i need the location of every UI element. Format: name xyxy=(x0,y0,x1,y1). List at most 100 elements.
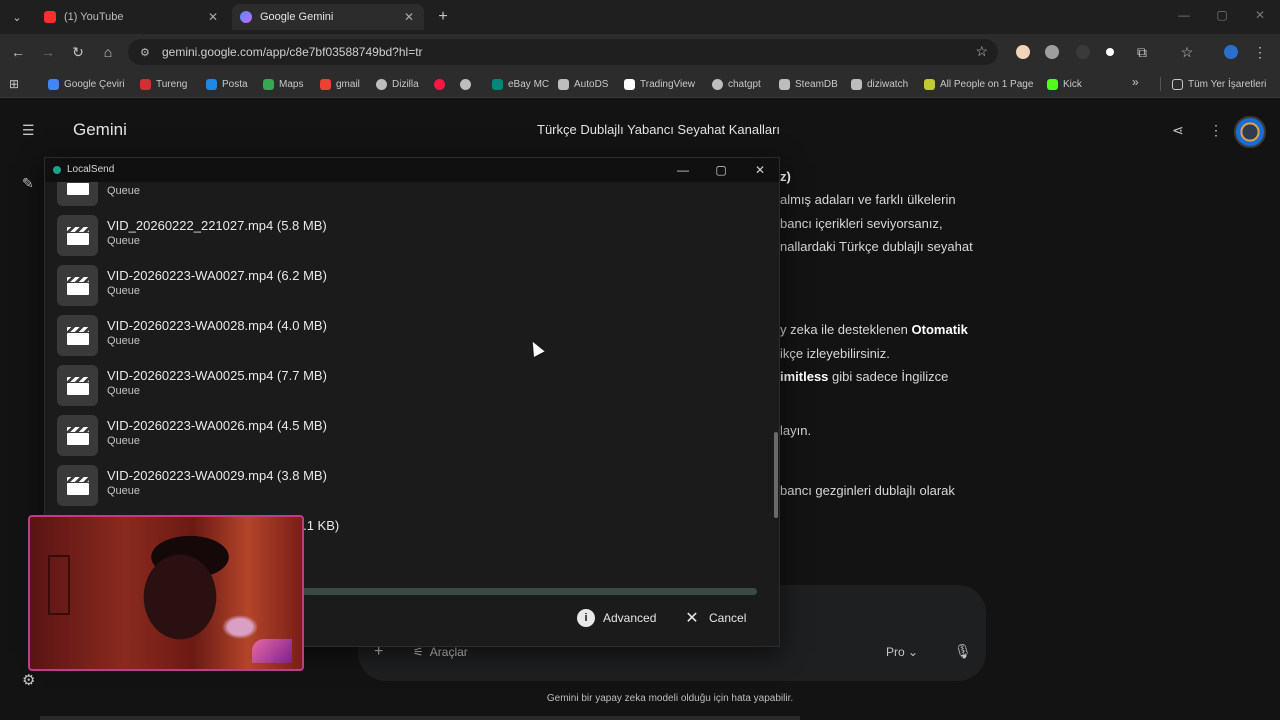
menu-kebab-icon[interactable]: ⋮ xyxy=(1250,42,1270,62)
share-icon[interactable]: ⋖ xyxy=(1172,122,1184,139)
close-tab-icon[interactable]: ✕ xyxy=(206,10,220,24)
bookmark-label: gmail xyxy=(336,78,360,90)
bookmark-favicon xyxy=(320,78,331,90)
forward-icon[interactable]: → xyxy=(38,42,58,62)
bookmark-favicon xyxy=(140,78,151,90)
extension-icon[interactable] xyxy=(1106,48,1114,56)
bookmark-favicon xyxy=(48,78,59,90)
bookmark-item[interactable]: Tureng xyxy=(140,76,187,92)
extension-icon[interactable] xyxy=(1076,45,1090,59)
home-icon[interactable]: ⌂ xyxy=(98,42,118,62)
close-tab-icon[interactable]: ✕ xyxy=(402,10,416,24)
bookmark-label: All People on 1 Page xyxy=(940,78,1034,90)
browser-toolbar: ← → ↻ ⌂ ⚙ gemini.google.com/app/c8e7bf03… xyxy=(0,34,1280,70)
new-tab-button[interactable]: + xyxy=(434,7,452,27)
bookmark-label: Tureng xyxy=(156,78,188,90)
bookmarks-icon[interactable]: ☆ xyxy=(1177,42,1197,62)
response-line: layın. xyxy=(780,423,812,438)
bookmark-item[interactable]: eBay MC xyxy=(492,76,549,92)
close-icon[interactable]: ✕ xyxy=(751,161,769,179)
cancel-button[interactable]: ✕ Cancel xyxy=(683,604,746,632)
response-line: y zeka ile desteklenen Otomatik xyxy=(780,322,968,337)
bookmark-item[interactable]: Dizilla xyxy=(376,76,419,92)
file-status: Queue xyxy=(107,235,141,247)
file-name: VID-20260223-WA0027.mp4 (6.2 MB) xyxy=(107,268,327,283)
bookmark-item[interactable]: Maps xyxy=(263,76,303,92)
address-bar[interactable]: ⚙ gemini.google.com/app/c8e7bf03588749bd… xyxy=(128,39,998,65)
file-queue-list[interactable]: Queue VID_20260222_221027.mp4 (5.8 MB) Q… xyxy=(45,182,779,554)
scrollbar-thumb[interactable] xyxy=(774,432,778,518)
cancel-label: Cancel xyxy=(709,611,747,625)
bookmark-favicon xyxy=(1047,78,1058,90)
bookmark-item[interactable] xyxy=(460,76,476,92)
list-item: VID-20260223-WA0029.mp4 (3.8 MB) Queue xyxy=(57,464,697,506)
disclaimer: Gemini bir yapay zeka modeli olduğu için… xyxy=(546,693,794,704)
more-options-icon[interactable]: ⋮ xyxy=(1209,122,1223,139)
maximize-icon[interactable]: ▢ xyxy=(1212,8,1232,22)
bookmark-item[interactable]: SteamDB xyxy=(779,76,838,92)
minimize-icon[interactable]: — xyxy=(674,161,692,179)
list-item: VID-20260223-WA0027.mp4 (6.2 MB) Queue xyxy=(57,264,697,306)
bookmark-label: Google Çeviri xyxy=(64,78,125,90)
model-selector[interactable]: Pro ⌄ xyxy=(886,645,918,659)
bookmark-item[interactable]: TradingView xyxy=(624,76,695,92)
all-bookmarks-folder[interactable]: Tüm Yer İşaretleri xyxy=(1172,76,1266,92)
file-name: VID-20260223-WA0025.mp4 (7.7 MB) xyxy=(107,368,327,383)
maximize-icon[interactable]: ▢ xyxy=(712,161,730,179)
localsend-titlebar[interactable]: LocalSend — ▢ ✕ xyxy=(45,158,779,182)
menu-icon[interactable]: ☰ xyxy=(22,122,38,138)
webcam-overlay xyxy=(28,515,304,671)
bookmark-item[interactable] xyxy=(434,76,450,92)
bookmark-item[interactable]: All People on 1 Page xyxy=(924,76,1033,92)
tools-button[interactable]: ⚟ Araçlar xyxy=(413,645,468,659)
bookmark-favicon xyxy=(460,78,471,90)
bookmark-star-icon[interactable]: ☆ xyxy=(975,43,988,60)
file-name: VID_20260222_221027.mp4 (5.8 MB) xyxy=(107,218,327,233)
bookmark-favicon xyxy=(263,78,274,90)
bookmark-item[interactable]: chatgpt xyxy=(712,76,761,92)
tab-gemini[interactable]: Google Gemini ✕ xyxy=(232,4,424,30)
file-name: VID-20260223-WA0029.mp4 (3.8 MB) xyxy=(107,468,327,483)
video-file-icon xyxy=(57,315,98,356)
bookmark-label: Dizilla xyxy=(392,78,419,90)
bookmark-item[interactable]: Google Çeviri xyxy=(48,76,125,92)
new-chat-icon[interactable]: ✎ xyxy=(22,175,34,192)
bookmark-favicon xyxy=(434,78,445,90)
apps-grid-icon[interactable]: ⊞ xyxy=(9,77,23,91)
chat-title: Türkçe Dublajlı Yabancı Seyahat Kanallar… xyxy=(537,122,781,137)
bookmark-label: Maps xyxy=(279,78,304,90)
avatar[interactable] xyxy=(1234,116,1266,148)
list-item: VID-20260223-WA0025.mp4 (7.7 MB) Queue xyxy=(57,364,697,406)
list-item: VID-20260223-WA0026.mp4 (4.5 MB) Queue xyxy=(57,414,697,456)
bookmark-item[interactable]: gmail xyxy=(320,76,360,92)
bookmark-item[interactable]: diziwatch xyxy=(851,76,908,92)
settings-gear-icon[interactable]: ⚙ xyxy=(22,671,35,689)
gemini-brand[interactable]: Gemini xyxy=(73,120,127,140)
tab-search-button[interactable]: ⌄ xyxy=(6,7,28,27)
close-window-icon[interactable]: ✕ xyxy=(1250,8,1270,22)
bookmark-item[interactable]: Posta xyxy=(206,76,248,92)
back-icon[interactable]: ← xyxy=(8,42,28,62)
extension-icon[interactable] xyxy=(1016,45,1030,59)
profile-icon[interactable] xyxy=(1224,45,1238,59)
file-name: VID-20260223-WA0026.mp4 (4.5 MB) xyxy=(107,418,327,433)
site-info-icon[interactable]: ⚙ xyxy=(140,46,156,59)
bookmark-item[interactable]: Kick xyxy=(1047,76,1082,92)
extensions-puzzle-icon[interactable]: ⧉ xyxy=(1132,42,1152,62)
tab-youtube[interactable]: (1) YouTube ✕ xyxy=(36,4,228,30)
response-line: ikçe izleyebilirsiniz. xyxy=(780,346,890,361)
reload-icon[interactable]: ↻ xyxy=(68,42,88,62)
bookmark-label: Kick xyxy=(1063,78,1082,90)
minimize-icon[interactable]: — xyxy=(1174,8,1194,22)
microphone-icon[interactable]: 🎙 xyxy=(954,643,972,660)
response-line: nallardaki Türkçe dublajlı seyahat xyxy=(780,239,973,254)
more-bookmarks-icon[interactable]: » xyxy=(1132,75,1139,89)
bookmark-item[interactable]: AutoDS xyxy=(558,76,608,92)
video-file-icon xyxy=(57,465,98,506)
bookmark-favicon xyxy=(492,78,503,90)
extension-icon[interactable] xyxy=(1045,45,1059,59)
list-item: Queue xyxy=(57,182,697,206)
bookmark-label: Posta xyxy=(222,78,248,90)
advanced-button[interactable]: i Advanced xyxy=(577,604,656,632)
video-file-icon xyxy=(57,415,98,456)
